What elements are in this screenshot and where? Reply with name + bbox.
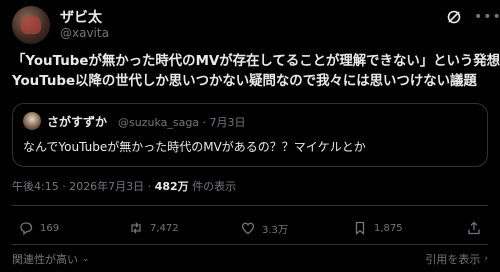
tweet-text: 「YouTubeが無かった時代のMVが存在してることが理解できない」という発想は…: [12, 52, 500, 92]
chevron-down-icon: ⌄: [82, 254, 90, 264]
tweet-timestamp[interactable]: 午後4:15 · 2026年7月3日 ·: [12, 180, 155, 193]
divider-bottom: [12, 244, 488, 245]
author-avatar[interactable]: [12, 6, 50, 44]
reply-count: 169: [40, 222, 60, 234]
quote-avatar[interactable]: [23, 112, 41, 130]
repost-count: 7,472: [150, 222, 179, 234]
share-button[interactable]: [466, 220, 488, 236]
reply-button[interactable]: 169: [18, 220, 59, 236]
like-button[interactable]: 3.3万: [240, 220, 288, 236]
quote-text: なんでYouTubeが無かった時代のMVがあるの？？マイケルとか: [23, 140, 366, 154]
quoted-tweet[interactable]: さがすずか @suzuka_saga · 7月3日 なんでYouTubeが無かっ…: [12, 103, 488, 167]
view-quotes-label: 引用を表示: [425, 253, 481, 266]
author-handle[interactable]: @xavita: [60, 26, 109, 40]
view-count: 482万: [154, 180, 189, 193]
view-quotes-link[interactable]: 引用を表示 ›: [425, 251, 488, 267]
divider-top: [12, 205, 488, 206]
tweet-meta: 午後4:15 · 2026年7月3日 · 482万 件の表示: [12, 178, 236, 194]
view-count-label: 件の表示: [188, 180, 237, 193]
like-count: 3.3万: [262, 224, 288, 236]
heart-icon: [241, 222, 255, 235]
quote-handle-date: @suzuka_saga · 7月3日: [118, 116, 246, 129]
repost-icon: [131, 222, 141, 234]
repost-button[interactable]: 7,472: [128, 220, 179, 236]
reply-icon: [20, 222, 33, 236]
bookmark-count: 1,875: [374, 222, 403, 234]
chevron-right-icon: ›: [484, 254, 488, 264]
author-name[interactable]: ザビ太: [60, 7, 102, 27]
bookmark-button[interactable]: 1,875: [352, 220, 403, 236]
share-icon: [468, 221, 480, 235]
tweet-line-2: YouTube以降の世代しか思いつかない疑問なので我々には思いつけない議題: [12, 74, 477, 89]
tweet-line-1: 「YouTubeが無かった時代のMVが存在してることが理解できない」という発想は: [12, 54, 500, 69]
reply-sort-dropdown[interactable]: 関連性が高い ⌄: [12, 251, 90, 267]
reply-sort-label: 関連性が高い: [12, 253, 78, 266]
bookmark-icon: [355, 221, 365, 235]
quote-author-name[interactable]: さがすずか: [47, 113, 107, 130]
grok-icon[interactable]: [446, 9, 462, 25]
more-icon[interactable]: •••: [474, 9, 500, 25]
